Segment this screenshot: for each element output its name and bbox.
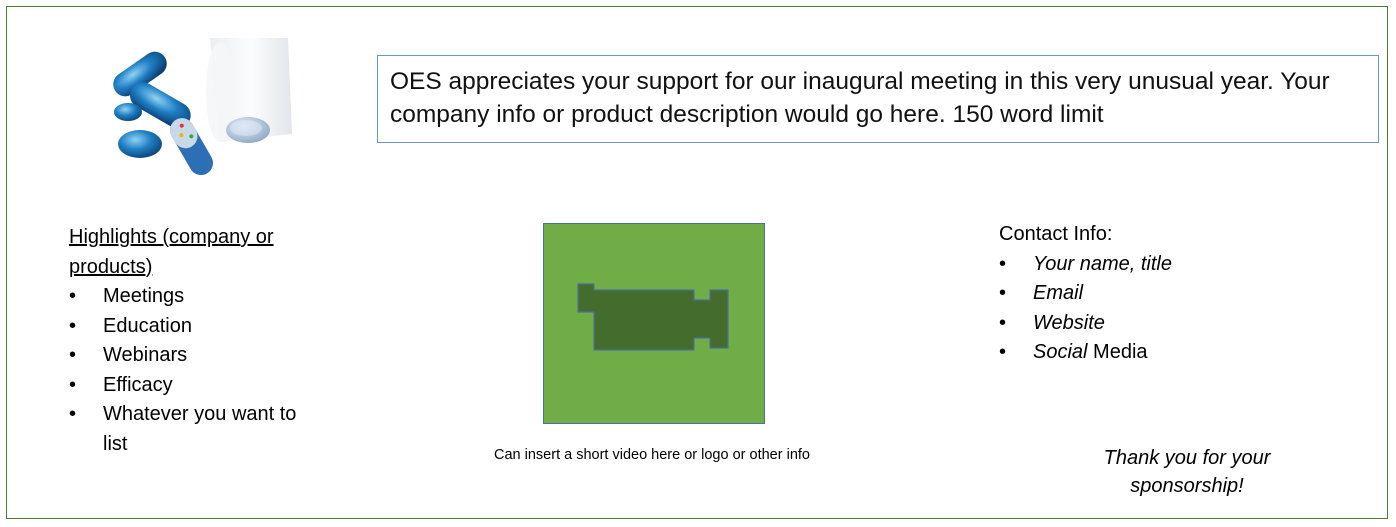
list-item: • Efficacy <box>69 371 319 401</box>
video-placeholder[interactable] <box>543 223 765 424</box>
highlights-section: Highlights (company or products) • Meetin… <box>69 223 319 459</box>
list-item: • Social Media <box>999 338 1319 368</box>
bullet-icon: • <box>69 285 77 307</box>
contact-section: Contact Info: • Your name, title • Email •… <box>999 220 1319 368</box>
list-item: • Email <box>999 279 1319 309</box>
video-caption: Can insert a short video here or logo or… <box>494 447 810 463</box>
list-item: • Education <box>69 312 319 342</box>
bullet-icon: • <box>69 314 77 337</box>
bullet-icon: • <box>999 282 1007 304</box>
bullet-icon: • <box>69 373 77 396</box>
contact-list: • Your name, title • Email • Website • Socia… <box>999 250 1319 368</box>
list-item: • Website <box>999 309 1319 339</box>
highlights-heading: Highlights (company or products) <box>69 226 274 278</box>
highlights-list: • Meetings • Education • Webinars • Efficacy… <box>69 282 319 459</box>
description-box: OES appreciates your support for our ina… <box>377 55 1379 143</box>
slide-frame: OES appreciates your support for our ina… <box>6 6 1388 519</box>
description-text: OES appreciates your support for our ina… <box>390 68 1330 128</box>
pills-image <box>113 38 292 176</box>
list-item: • Meetings <box>69 282 319 312</box>
contact-heading: Contact Info: <box>999 223 1113 245</box>
video-camera-icon <box>577 283 729 351</box>
list-item: • Whatever you want to list <box>69 400 319 459</box>
bullet-icon: • <box>999 341 1007 363</box>
bullet-icon: • <box>69 344 77 366</box>
list-item: • Your name, title <box>999 250 1319 280</box>
list-item: • Webinars <box>69 341 319 371</box>
bullet-icon: • <box>69 403 77 425</box>
thank-you-note: Thank you for your sponsorship! <box>1103 447 1271 497</box>
bullet-icon: • <box>999 311 1007 334</box>
bullet-icon: • <box>999 252 1007 275</box>
